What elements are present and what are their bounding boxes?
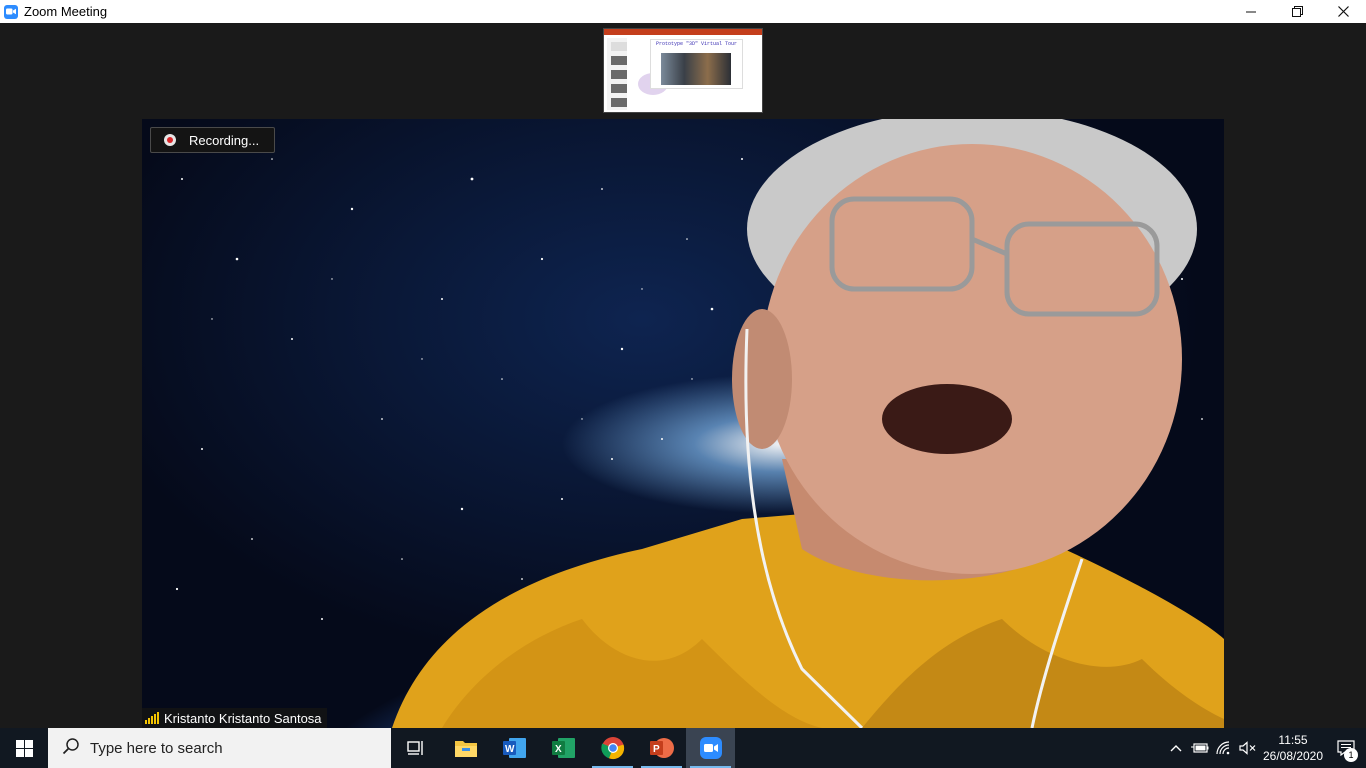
svg-text:P: P bbox=[653, 744, 660, 755]
task-view-icon bbox=[406, 741, 423, 755]
search-placeholder: Type here to search bbox=[90, 739, 223, 757]
recording-indicator[interactable]: Recording... bbox=[150, 127, 275, 153]
file-explorer-button[interactable] bbox=[441, 728, 490, 768]
recording-label: Recording... bbox=[189, 132, 260, 148]
volume-muted-icon bbox=[1239, 741, 1256, 755]
connection-signal-icon bbox=[145, 712, 159, 724]
search-icon bbox=[62, 737, 80, 759]
wifi-icon bbox=[1216, 741, 1230, 755]
taskbar-search-box[interactable]: Type here to search bbox=[48, 728, 391, 768]
record-dot-icon bbox=[164, 134, 176, 146]
volume-button[interactable] bbox=[1236, 728, 1260, 768]
windows-taskbar: Type here to search W X P 11:55 26/08/20… bbox=[0, 728, 1366, 768]
file-explorer-icon bbox=[454, 741, 477, 757]
word-icon: W bbox=[502, 738, 526, 758]
restore-button[interactable] bbox=[1274, 0, 1320, 23]
chrome-button[interactable] bbox=[588, 728, 637, 768]
meeting-area: Prototype "3D" Virtual Tour Recording...… bbox=[0, 23, 1366, 728]
slide-title: Prototype "3D" Virtual Tour bbox=[656, 41, 738, 47]
zoom-button[interactable] bbox=[686, 728, 735, 768]
battery-icon bbox=[1191, 743, 1209, 753]
participant-nameplate: Kristanto Kristanto Santosa bbox=[142, 708, 327, 728]
zoom-icon bbox=[699, 737, 722, 759]
excel-button[interactable]: X bbox=[539, 728, 588, 768]
clock-date: 26/08/2020 bbox=[1262, 749, 1324, 763]
slide-image bbox=[661, 53, 731, 85]
show-hidden-icons-button[interactable] bbox=[1164, 728, 1188, 768]
excel-icon: X bbox=[551, 738, 575, 758]
clock[interactable]: 11:55 26/08/2020 bbox=[1260, 732, 1326, 764]
close-button[interactable] bbox=[1320, 0, 1366, 23]
network-button[interactable] bbox=[1212, 728, 1236, 768]
task-view-button[interactable] bbox=[392, 728, 441, 768]
zoom-app-icon bbox=[4, 4, 18, 19]
minimize-button[interactable] bbox=[1228, 0, 1274, 23]
chrome-icon bbox=[600, 737, 624, 760]
notification-count-badge: 1 bbox=[1344, 748, 1358, 762]
participant-name: Kristanto Kristanto Santosa bbox=[164, 710, 322, 726]
start-button[interactable] bbox=[0, 728, 48, 768]
word-button[interactable]: W bbox=[490, 728, 539, 768]
current-slide: Prototype "3D" Virtual Tour bbox=[650, 39, 743, 89]
svg-text:W: W bbox=[505, 744, 515, 755]
chevron-up-icon bbox=[1170, 745, 1182, 752]
title-bar: Zoom Meeting bbox=[0, 0, 1366, 23]
slide-panel bbox=[607, 38, 627, 110]
shared-screen-thumbnail[interactable]: Prototype "3D" Virtual Tour bbox=[603, 28, 763, 113]
participant-video[interactable] bbox=[142, 119, 1224, 728]
svg-text:X: X bbox=[555, 744, 562, 755]
participant-figure bbox=[392, 119, 1224, 728]
system-tray: 11:55 26/08/2020 1 bbox=[1164, 728, 1366, 768]
windows-logo-icon bbox=[15, 739, 33, 757]
battery-button[interactable] bbox=[1188, 728, 1212, 768]
window-title: Zoom Meeting bbox=[24, 4, 108, 19]
clock-time: 11:55 bbox=[1278, 733, 1308, 747]
powerpoint-icon: P bbox=[649, 738, 674, 758]
powerpoint-button[interactable]: P bbox=[637, 728, 686, 768]
action-center-button[interactable]: 1 bbox=[1326, 728, 1366, 768]
